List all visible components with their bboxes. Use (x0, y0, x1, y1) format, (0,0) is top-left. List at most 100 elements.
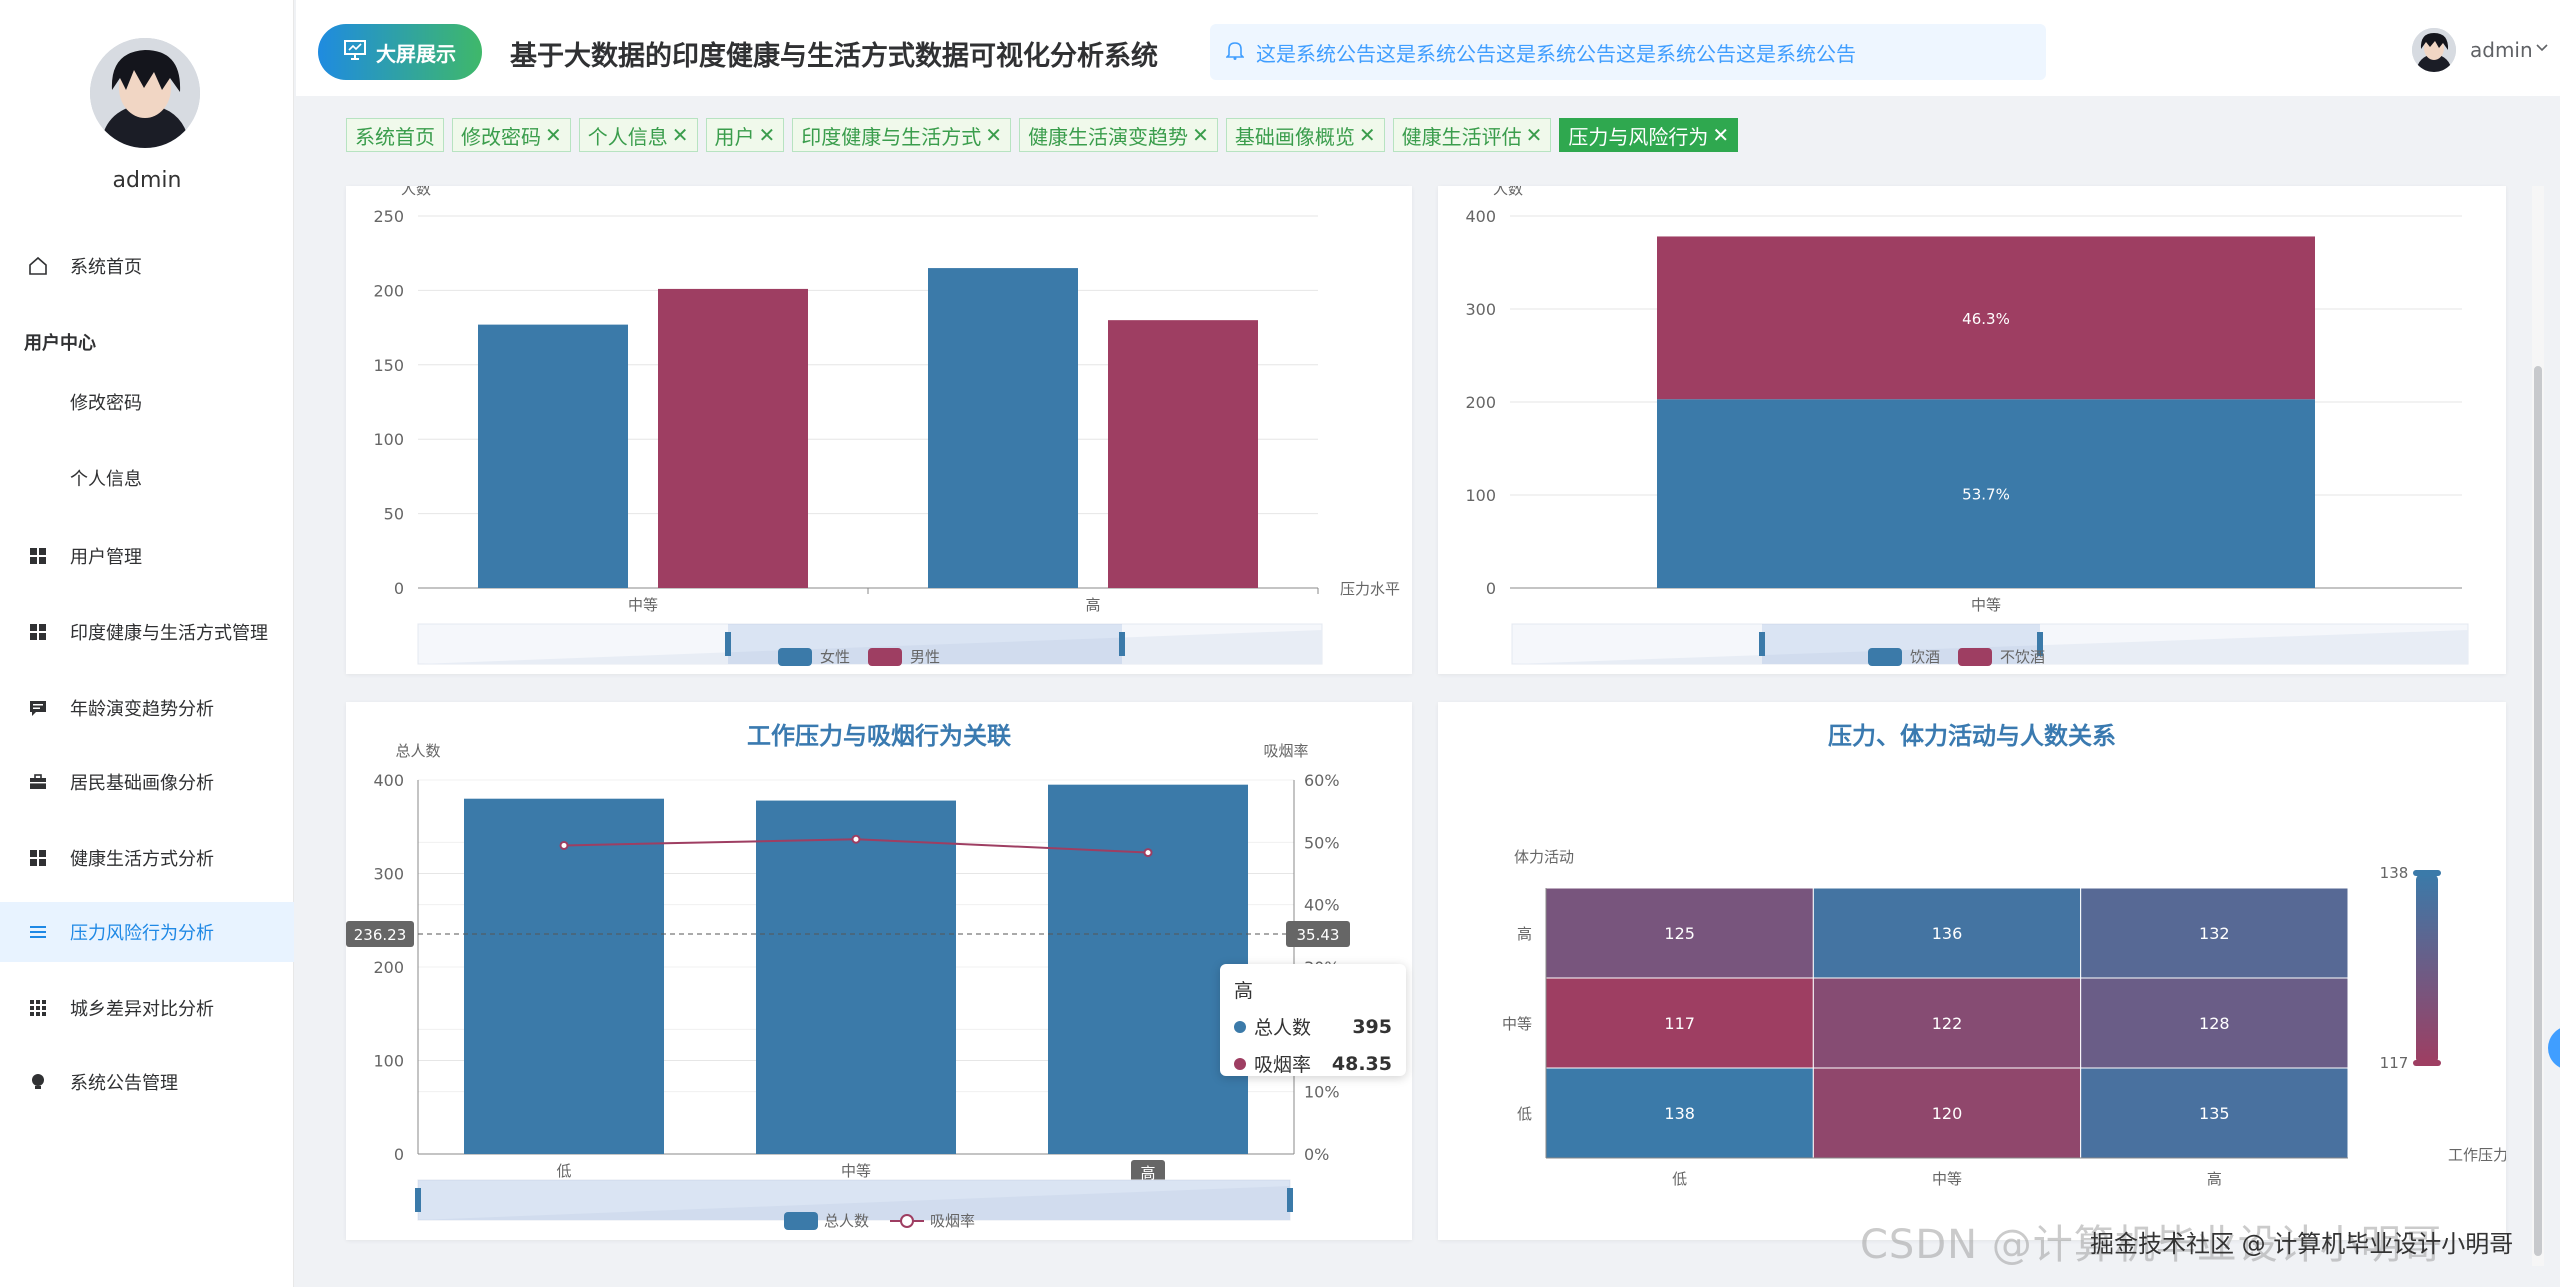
visualmap-bar (2416, 874, 2438, 1064)
heatmap-value: 135 (2199, 1104, 2230, 1123)
sidebar-item-home[interactable]: 系统首页 (0, 236, 294, 296)
briefcase-icon (26, 770, 50, 794)
tag-user[interactable]: 用户 ✕ (705, 118, 785, 152)
scrollbar-thumb[interactable] (2534, 366, 2542, 1256)
sidebar-item-user-management[interactable]: 用户管理 (0, 526, 294, 586)
watermark-dark: 掘金技术社区 @ 计算机毕业设计小明哥 (2090, 1230, 2514, 1258)
legend-marker (900, 1214, 914, 1228)
big-screen-button[interactable]: 大屏展示 (318, 24, 482, 80)
close-icon[interactable]: ✕ (672, 123, 689, 147)
x-tick-label: 中等 (1971, 596, 2001, 614)
header-avatar[interactable] (2412, 28, 2456, 72)
tag-label: 压力与风险行为 (1568, 124, 1709, 149)
tooltip-title: 高 (1234, 980, 1254, 1002)
legend-label: 女性 (820, 648, 850, 666)
datazoom-handle-right (1287, 1188, 1293, 1212)
tag-label: 个人信息 (587, 124, 668, 149)
notice-bar[interactable]: 这是系统公告这是系统公告这是系统公告这是系统公告这是系统公告 (1210, 24, 2046, 80)
datazoom-handle-left (1759, 632, 1765, 656)
tag-profile[interactable]: 个人信息 ✕ (578, 118, 698, 152)
close-icon[interactable]: ✕ (759, 123, 776, 147)
grid-icon (26, 846, 50, 870)
close-icon[interactable]: ✕ (985, 123, 1002, 147)
tags-bar: 系统首页 修改密码 ✕ 个人信息 ✕ 用户 ✕ 印度健康与生活方式 ✕ 健康生活演变趋势… (346, 118, 1739, 152)
bar (756, 800, 956, 1154)
tooltip-series-name: 吸烟率 (1254, 1054, 1312, 1076)
sidebar-item-label: 城乡差异对比分析 (70, 999, 214, 1020)
y-tick-label: 高 (1517, 925, 1532, 943)
tag-home[interactable]: 系统首页 (346, 118, 444, 152)
chart-card-stress-activity-heatmap: 压力、体力活动与人数关系 体力活动 工作压力低 138 120 135 中等 117 122 1… (1438, 702, 2506, 1240)
tag-label: 基础画像概览 (1234, 124, 1355, 149)
tag-profile-overview[interactable]: 基础画像概览 ✕ (1225, 118, 1385, 152)
sidebar: admin 系统首页 用户中心 修改密码 个人信息 用户管理 印度健康与生活方式… (0, 0, 294, 1287)
sidebar-item-announcements[interactable]: 系统公告管理 (0, 1052, 294, 1112)
y-tick-label: 250 (373, 207, 404, 226)
big-screen-label: 大屏展示 (376, 41, 456, 66)
y-tick-label: 300 (1465, 300, 1496, 319)
sidebar-item-age-trend[interactable]: 年龄演变趋势分析 (0, 678, 294, 738)
data-label: 46.3% (1962, 310, 2010, 328)
bar (1048, 784, 1248, 1154)
x-tick-label: 低 (556, 1162, 571, 1180)
sidebar-item-urban-rural[interactable]: 城乡差异对比分析 (0, 978, 294, 1038)
y-tick-label: 200 (373, 958, 404, 977)
tag-health-assessment[interactable]: 健康生活评估 ✕ (1392, 118, 1552, 152)
tooltip-series-name: 总人数 (1254, 1017, 1312, 1039)
sidebar-item-resident-profile[interactable]: 居民基础画像分析 (0, 752, 294, 812)
chevron-down-icon[interactable] (2534, 40, 2550, 60)
floating-handle[interactable] (2548, 1026, 2560, 1070)
tag-label: 健康生活演变趋势 (1028, 124, 1189, 149)
crosshair-left-value: 236.23 (354, 926, 407, 944)
chat-icon (26, 696, 50, 720)
tag-change-password[interactable]: 修改密码 ✕ (452, 118, 571, 152)
legend-label: 吸烟率 (930, 1212, 975, 1230)
page-scrollbar[interactable] (2532, 186, 2544, 1266)
datazoom-handle-right (1119, 632, 1125, 656)
close-icon[interactable]: ✕ (545, 123, 562, 147)
legend-swatch (868, 648, 902, 666)
y-axis-title: 人数 (1493, 186, 1523, 198)
y-tick-label: 低 (1517, 1105, 1532, 1123)
sidebar-group-user-center[interactable]: 用户中心 (0, 312, 294, 372)
chart-stress-gender: 人数 0 50 100 150 200 250 压力水平中等 高女性 男性 (373, 186, 1400, 666)
sidebar-group-label: 用户中心 (24, 333, 96, 354)
sidebar-item-label: 个人信息 (70, 469, 142, 490)
sidebar-item-stress-risk[interactable]: 压力风险行为分析 (0, 902, 294, 962)
avatar[interactable] (90, 38, 200, 148)
y-axis-title: 总人数 (395, 742, 440, 760)
close-icon[interactable]: ✕ (1712, 123, 1729, 147)
sidebar-item-profile[interactable]: 个人信息 (0, 448, 294, 508)
x-tick-label: 高 (1140, 1164, 1155, 1182)
tag-label: 系统首页 (355, 124, 435, 149)
y-tick-label: 中等 (1502, 1015, 1532, 1033)
close-icon[interactable]: ✕ (1526, 123, 1543, 147)
x-tick-label: 中等 (1932, 1170, 1962, 1188)
sidebar-item-label: 居民基础画像分析 (70, 773, 214, 794)
tag-stress-risk[interactable]: 压力与风险行为 ✕ (1559, 118, 1739, 152)
sidebar-item-healthy-lifestyle[interactable]: 健康生活方式分析 (0, 828, 294, 888)
tooltip-row: 总人数 395 (1234, 1013, 1392, 1040)
heatmap-value: 132 (2199, 924, 2230, 943)
avatar-image (2412, 28, 2456, 72)
sidebar-item-label: 压力风险行为分析 (70, 923, 214, 944)
datazoom-handle-left (415, 1188, 421, 1212)
line-point (1143, 848, 1153, 858)
heatmap-value: 125 (1664, 924, 1695, 943)
sidebar-item-change-password[interactable]: 修改密码 (0, 372, 294, 432)
tag-health-lifestyle[interactable]: 印度健康与生活方式 ✕ (792, 118, 1012, 152)
close-icon[interactable]: ✕ (1192, 123, 1209, 147)
visualmap-handle-bottom (2413, 1060, 2441, 1066)
line-point (851, 834, 861, 844)
grid-icon (26, 996, 50, 1020)
header-username[interactable]: admin (2470, 38, 2533, 62)
list-icon (26, 920, 50, 944)
sidebar-item-health-lifestyle-management[interactable]: 印度健康与生活方式管理 (0, 602, 294, 662)
bell-icon (1225, 40, 1245, 65)
visualmap-max-label: 138 (2380, 864, 2409, 882)
y-tick-label: 100 (1465, 486, 1496, 505)
legend-label: 不饮酒 (2000, 648, 2045, 666)
close-icon[interactable]: ✕ (1359, 123, 1376, 147)
legend-dot (1234, 1020, 1246, 1033)
tag-trend[interactable]: 健康生活演变趋势 ✕ (1019, 118, 1218, 152)
